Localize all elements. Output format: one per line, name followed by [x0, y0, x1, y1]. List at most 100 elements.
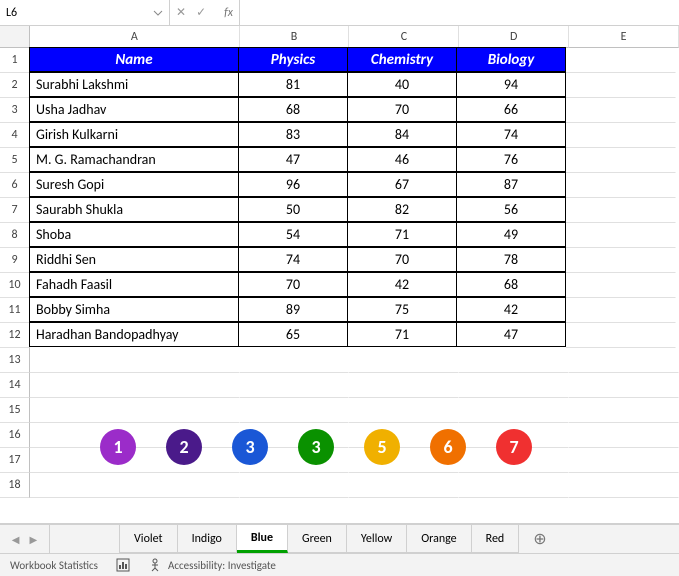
prev-sheet-icon[interactable]: ◀ [12, 533, 20, 546]
cell[interactable] [349, 448, 459, 473]
table-cell[interactable]: 81 [238, 72, 348, 97]
row-header[interactable]: 10 [0, 273, 30, 298]
cell[interactable] [30, 448, 240, 473]
row-header[interactable]: 17 [0, 448, 30, 473]
row-header[interactable]: 9 [0, 248, 30, 273]
cell[interactable] [349, 473, 459, 498]
cell[interactable] [459, 398, 569, 423]
cell[interactable] [30, 348, 240, 373]
table-cell[interactable]: 74 [238, 247, 348, 272]
cell[interactable] [566, 198, 676, 223]
row-header[interactable]: 8 [0, 223, 30, 248]
table-cell[interactable]: 68 [456, 272, 566, 297]
row-header[interactable]: 3 [0, 98, 30, 123]
table-cell[interactable]: M. G. Ramachandran [29, 147, 239, 172]
row-header[interactable]: 7 [0, 198, 30, 223]
cell[interactable] [459, 473, 569, 498]
cell[interactable] [566, 148, 676, 173]
workbook-stats[interactable]: Workbook Statistics [10, 559, 98, 572]
stats-icon-button[interactable] [116, 558, 130, 572]
cell[interactable] [30, 423, 240, 448]
table-header-cell[interactable]: Name [29, 47, 239, 72]
column-header[interactable]: E [569, 26, 679, 48]
cell[interactable] [240, 348, 350, 373]
table-cell[interactable]: 40 [347, 72, 457, 97]
table-cell[interactable]: 54 [238, 222, 348, 247]
table-cell[interactable]: 89 [238, 297, 348, 322]
cell[interactable] [569, 423, 679, 448]
cell[interactable] [30, 373, 240, 398]
name-box[interactable]: L6 [0, 0, 170, 25]
sheet-tab[interactable]: Red [472, 525, 520, 553]
formula-input[interactable] [240, 0, 679, 25]
table-cell[interactable]: 84 [347, 122, 457, 147]
table-cell[interactable]: 87 [456, 172, 566, 197]
cell[interactable] [566, 98, 676, 123]
row-header[interactable]: 18 [0, 473, 30, 498]
table-cell[interactable]: 47 [456, 322, 566, 347]
row-header[interactable]: 16 [0, 423, 30, 448]
table-cell[interactable]: 94 [456, 72, 566, 97]
cell[interactable] [566, 123, 676, 148]
table-cell[interactable]: 68 [238, 97, 348, 122]
select-all-corner[interactable] [0, 26, 30, 48]
cell[interactable] [30, 398, 240, 423]
cell[interactable] [569, 448, 679, 473]
fx-icon[interactable]: fx [224, 6, 233, 20]
cell[interactable] [240, 423, 350, 448]
table-cell[interactable]: 83 [238, 122, 348, 147]
cell[interactable] [569, 473, 679, 498]
sheet-tab[interactable]: Blue [237, 525, 288, 553]
cell[interactable] [566, 273, 676, 298]
sheet-tab[interactable]: Violet [120, 525, 178, 553]
sheet-tab[interactable]: Green [288, 525, 347, 553]
table-cell[interactable]: 50 [238, 197, 348, 222]
cell[interactable] [240, 373, 350, 398]
row-header[interactable]: 11 [0, 298, 30, 323]
cell[interactable] [566, 323, 676, 348]
table-cell[interactable]: Usha Jadhav [29, 97, 239, 122]
table-cell[interactable]: Bobby Simha [29, 297, 239, 322]
table-cell[interactable]: Girish Kulkarni [29, 122, 239, 147]
cell[interactable] [349, 398, 459, 423]
cell[interactable] [566, 173, 676, 198]
cell[interactable] [240, 448, 350, 473]
cell[interactable] [459, 448, 569, 473]
row-header[interactable]: 5 [0, 148, 30, 173]
cell[interactable] [566, 298, 676, 323]
cell[interactable] [459, 373, 569, 398]
table-cell[interactable]: 70 [347, 97, 457, 122]
table-cell[interactable]: Shoba [29, 222, 239, 247]
cell[interactable] [569, 373, 679, 398]
table-header-cell[interactable]: Physics [238, 47, 348, 72]
table-cell[interactable]: 66 [456, 97, 566, 122]
row-header[interactable]: 6 [0, 173, 30, 198]
table-cell[interactable]: 46 [347, 147, 457, 172]
table-cell[interactable]: Riddhi Sen [29, 247, 239, 272]
cell[interactable] [566, 73, 676, 98]
table-cell[interactable]: 56 [456, 197, 566, 222]
cell[interactable] [349, 373, 459, 398]
table-cell[interactable]: 78 [456, 247, 566, 272]
cell[interactable] [349, 348, 459, 373]
cell[interactable] [566, 48, 676, 73]
table-cell[interactable]: 42 [347, 272, 457, 297]
cell[interactable] [30, 473, 240, 498]
sheet-tab[interactable]: Yellow [347, 525, 407, 553]
add-sheet-button[interactable]: ⊕ [519, 525, 560, 553]
table-cell[interactable]: 49 [456, 222, 566, 247]
table-cell[interactable]: 71 [347, 322, 457, 347]
table-cell[interactable]: 76 [456, 147, 566, 172]
cell[interactable] [240, 398, 350, 423]
table-cell[interactable]: 75 [347, 297, 457, 322]
table-cell[interactable]: 82 [347, 197, 457, 222]
cell[interactable] [349, 423, 459, 448]
cell[interactable] [569, 348, 679, 373]
row-header[interactable]: 12 [0, 323, 30, 348]
table-cell[interactable]: Surabhi Lakshmi [29, 72, 239, 97]
accessibility-check[interactable]: Accessibility: Investigate [148, 558, 276, 572]
column-header[interactable]: C [349, 26, 459, 48]
table-cell[interactable]: Saurabh Shukla [29, 197, 239, 222]
column-header[interactable]: D [459, 26, 569, 48]
cell[interactable] [240, 473, 350, 498]
